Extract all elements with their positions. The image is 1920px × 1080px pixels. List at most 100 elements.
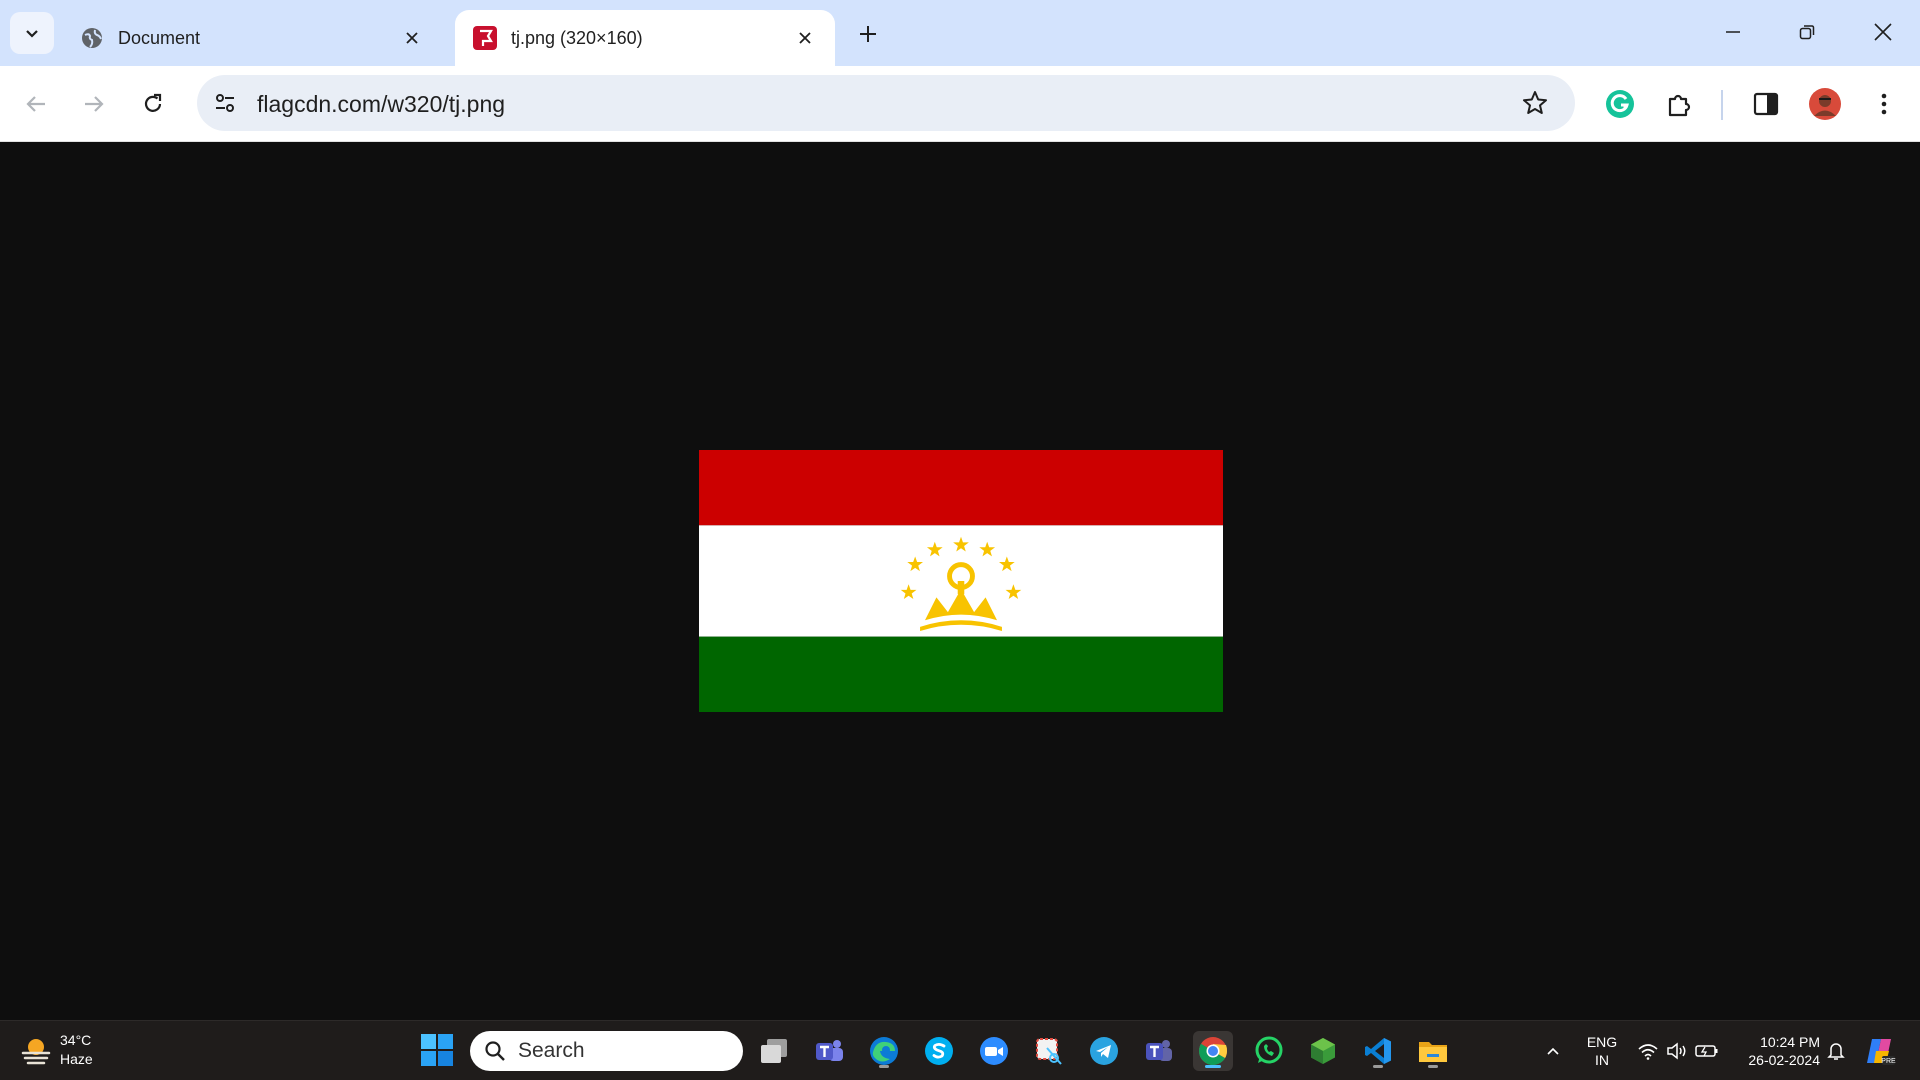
weather-condition: Haze: [60, 1051, 93, 1067]
edge-icon: [870, 1037, 898, 1065]
zoom-icon: [980, 1037, 1008, 1065]
clock-time: 10:24 PM: [1760, 1034, 1820, 1050]
tab-document[interactable]: Document: [62, 10, 442, 66]
folder-icon: [1419, 1042, 1447, 1062]
skype-app[interactable]: [919, 1031, 959, 1071]
haze-sun-icon: [21, 1039, 51, 1065]
taskbar-search[interactable]: Search: [470, 1031, 743, 1071]
puzzle-icon: [1668, 94, 1691, 117]
profile-button[interactable]: [1803, 82, 1847, 126]
extensions-button[interactable]: [1658, 82, 1702, 126]
speaker-icon: [1667, 1042, 1686, 1060]
search-icon: [485, 1041, 505, 1061]
side-panel-icon: [1753, 92, 1779, 116]
teams-icon: [816, 1040, 843, 1061]
bell-icon: [1827, 1043, 1845, 1060]
zoom-app[interactable]: [974, 1031, 1014, 1071]
windows-taskbar: 34°C Haze Search ENG IN 10:24 PM 26-02-2…: [0, 1020, 1920, 1080]
running-indicator: [879, 1065, 889, 1068]
tune-icon: [216, 94, 234, 112]
running-indicator: [1428, 1065, 1438, 1068]
search-placeholder: Search: [518, 1039, 585, 1062]
flag-green-stripe: [699, 636, 1223, 712]
chevron-up-icon: [1547, 1047, 1559, 1055]
minimize-icon: [1726, 31, 1740, 33]
file-explorer-app[interactable]: [1413, 1031, 1453, 1071]
bookmark-button[interactable]: [1517, 85, 1553, 121]
telegram-app[interactable]: [1084, 1031, 1124, 1071]
browser-toolbar: flagcdn.com/w320/tj.png: [0, 66, 1920, 142]
close-icon: [799, 32, 811, 44]
minimize-button[interactable]: [1708, 10, 1758, 54]
new-tab-button[interactable]: [848, 14, 888, 54]
region-code: IN: [1595, 1052, 1609, 1068]
reload-icon: [144, 93, 162, 112]
more-vert-icon: [1881, 93, 1887, 115]
grammarly-extension-button[interactable]: [1598, 82, 1642, 126]
arrow-left-icon: [26, 96, 45, 112]
tab-title: Document: [118, 27, 201, 48]
chrome-menu-button[interactable]: [1862, 82, 1906, 126]
whatsapp-app[interactable]: [1249, 1031, 1289, 1071]
skype-icon: [925, 1037, 953, 1065]
snipping-tool-app[interactable]: [1029, 1031, 1069, 1071]
clock[interactable]: 10:24 PM 26-02-2024: [1730, 1033, 1820, 1069]
copilot-button[interactable]: PRE: [1862, 1031, 1898, 1071]
star-icon: [1523, 91, 1547, 114]
flag-red-stripe: [699, 450, 1223, 526]
back-button[interactable]: [14, 82, 58, 126]
battery-icon: [1695, 1045, 1718, 1057]
flagcdn-icon: [473, 26, 497, 50]
side-panel-button[interactable]: [1744, 82, 1788, 126]
forward-button[interactable]: [72, 82, 116, 126]
tab-tj-png[interactable]: tj.png (320×160): [455, 10, 835, 66]
grammarly-icon: [1606, 90, 1634, 118]
cube-app[interactable]: [1303, 1031, 1343, 1071]
notifications-button[interactable]: [1822, 1031, 1850, 1071]
wifi-status[interactable]: [1634, 1031, 1662, 1071]
chevron-down-icon: [26, 30, 38, 38]
image-viewer: [0, 142, 1920, 1020]
arrow-right-icon: [85, 96, 104, 112]
tab-strip: Document tj.png (320×160): [0, 0, 1920, 66]
plus-icon: [860, 26, 876, 42]
teams-classic-app[interactable]: [1139, 1031, 1179, 1071]
wifi-icon: [1638, 1044, 1658, 1060]
running-indicator: [1373, 1065, 1383, 1068]
site-info-button[interactable]: [205, 83, 245, 123]
whatsapp-icon: [1255, 1036, 1283, 1064]
language-code: ENG: [1586, 1034, 1618, 1050]
show-hidden-icons-button[interactable]: [1538, 1031, 1568, 1071]
globe-icon: [80, 26, 104, 50]
vscode-icon: [1365, 1038, 1391, 1064]
close-tab-button[interactable]: [398, 24, 426, 52]
windows-start-icon[interactable]: [420, 1033, 454, 1067]
language-indicator[interactable]: ENG IN: [1580, 1033, 1624, 1069]
close-tab-button[interactable]: [791, 24, 819, 52]
task-view-button[interactable]: [754, 1031, 794, 1071]
cube-icon: [1311, 1038, 1335, 1064]
teams-app[interactable]: [809, 1031, 849, 1071]
task-view-icon: [761, 1039, 787, 1063]
chrome-app[interactable]: [1193, 1031, 1233, 1071]
weather-temperature: 34°C: [60, 1032, 92, 1048]
edge-app[interactable]: [864, 1031, 904, 1071]
battery-status[interactable]: [1692, 1031, 1722, 1071]
tab-title: tj.png (320×160): [511, 27, 643, 48]
close-window-button[interactable]: [1858, 10, 1908, 54]
teams-classic-icon: [1146, 1040, 1172, 1061]
address-bar[interactable]: flagcdn.com/w320/tj.png: [197, 75, 1575, 131]
restore-button[interactable]: [1782, 10, 1832, 54]
reload-button[interactable]: [131, 82, 175, 126]
svg-text:PRE: PRE: [1881, 1058, 1896, 1065]
restore-icon: [1799, 25, 1815, 40]
vscode-app[interactable]: [1358, 1031, 1398, 1071]
url-text: flagcdn.com/w320/tj.png: [257, 91, 506, 117]
volume-status[interactable]: [1663, 1031, 1691, 1071]
chrome-icon: [1199, 1037, 1228, 1065]
close-icon: [1874, 23, 1892, 41]
tajikistan-flag-image[interactable]: [699, 450, 1223, 712]
weather-widget[interactable]: 34°C Haze: [20, 1031, 93, 1069]
tab-search-button[interactable]: [10, 12, 54, 54]
close-icon: [406, 32, 418, 44]
